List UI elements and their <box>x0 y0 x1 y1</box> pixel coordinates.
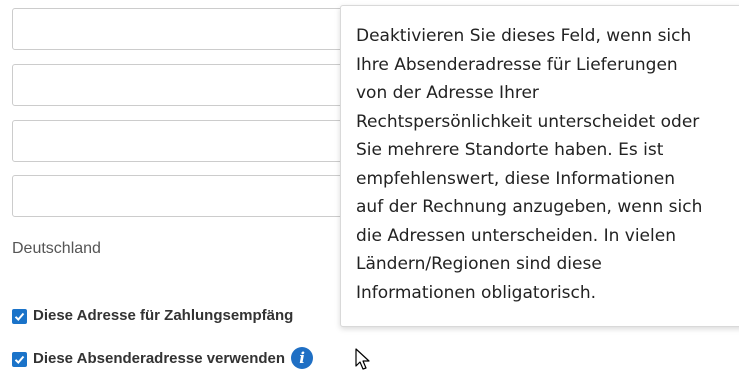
tooltip-line: von der Adresse Ihrer <box>356 83 539 103</box>
payee-address-label[interactable]: Diese Adresse für Zahlungsempfäng <box>33 307 293 324</box>
sender-address-checkbox[interactable] <box>12 352 27 367</box>
tooltip-line: die Adressen unterscheiden. In vielen <box>356 225 676 246</box>
checkmark-icon <box>14 355 25 364</box>
country-label: Deutschland <box>12 240 101 257</box>
tooltip-line: Sie mehrere Standorte haben. Es ist <box>356 140 664 160</box>
info-icon[interactable]: i <box>291 347 314 369</box>
tooltip-line: auf der Rechnung anzugeben, wenn sich <box>356 197 703 217</box>
mouse-pointer-icon <box>355 348 370 370</box>
address-field-3[interactable] <box>12 120 357 162</box>
tooltip-line: Informationen obligatorisch. <box>356 282 597 303</box>
address-field-2[interactable] <box>12 64 357 106</box>
sender-address-option[interactable]: Diese Absenderadresse verwenden i <box>12 347 314 369</box>
tooltip-line: Rechtspersönlichkeit unterscheidet oder <box>356 111 700 132</box>
address-field-1[interactable] <box>12 8 357 50</box>
sender-address-label[interactable]: Diese Absenderadresse verwenden <box>33 350 285 367</box>
payee-address-checkbox[interactable] <box>12 309 27 324</box>
info-tooltip: Deaktivieren Sie dieses Feld, wenn sich … <box>340 5 739 327</box>
checkmark-icon <box>14 312 25 321</box>
payee-address-option[interactable]: Diese Adresse für Zahlungsempfäng <box>12 306 293 324</box>
tooltip-line: Ländern/Regionen sind diese <box>356 254 602 274</box>
tooltip-line: Deaktivieren Sie dieses Feld, wenn sich <box>356 26 692 46</box>
address-field-4[interactable] <box>12 175 357 217</box>
tooltip-line: Ihre Absenderadresse für Lieferungen <box>356 54 678 75</box>
tooltip-line: empfehlenswert, diese Informationen <box>356 168 675 189</box>
